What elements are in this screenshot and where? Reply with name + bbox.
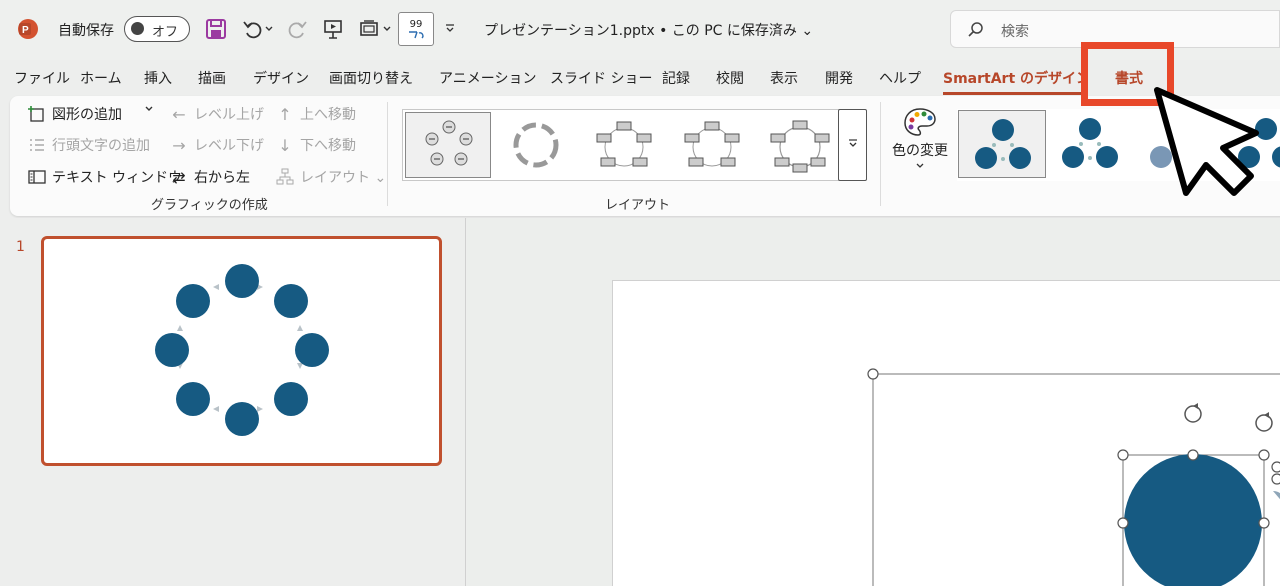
- promote-button[interactable]: ← レベル上げ: [170, 104, 264, 124]
- bullet-list-icon: [28, 136, 46, 154]
- tab-animations[interactable]: アニメーション: [439, 68, 536, 88]
- style-white-outline[interactable]: [1046, 110, 1134, 178]
- promote-label: レベル上げ: [194, 107, 264, 123]
- move-down-button[interactable]: ↓ 下へ移動: [276, 135, 356, 155]
- change-colors-label: 色の変更: [892, 143, 948, 159]
- chevron-down-icon: [849, 139, 857, 147]
- arrow-left-icon: ←: [172, 104, 186, 124]
- arrow-right-icon: →: [172, 135, 186, 155]
- mouse-pointer-icon: [1154, 87, 1259, 196]
- arrow-down-icon: ↓: [278, 135, 292, 155]
- tab-smartart-design[interactable]: SmartArt のデザイン: [943, 68, 1083, 88]
- add-shape-icon: [28, 105, 46, 123]
- create-graphic-group-label: グラフィックの作成: [151, 198, 268, 213]
- rotate-handle-icon[interactable]: [1184, 403, 1202, 423]
- style-simple-fill[interactable]: [958, 110, 1046, 178]
- add-bullet-label: 行頭文字の追加: [52, 138, 150, 154]
- layout-basic-cycle[interactable]: [405, 112, 491, 178]
- add-shape-button[interactable]: 図形の追加: [28, 104, 122, 124]
- move-down-label: 下へ移動: [300, 138, 356, 154]
- slide-number: 1: [16, 239, 25, 255]
- change-colors-button[interactable]: 色の変更: [892, 106, 948, 170]
- tab-transitions[interactable]: 画面切り替え: [329, 68, 413, 88]
- layouts-more-button[interactable]: [838, 109, 867, 181]
- save-icon[interactable]: [203, 16, 229, 42]
- customize-toolbar-icon[interactable]: [440, 16, 460, 42]
- autosave-toggle[interactable]: オフ: [124, 16, 190, 42]
- active-tab-underline: [943, 92, 1085, 95]
- smartart-cycle-thumbnail: [155, 264, 329, 436]
- chevron-down-icon: [916, 163, 924, 168]
- layout-label: レイアウト ⌄: [300, 170, 387, 186]
- layout-cycle-arrows[interactable]: [493, 112, 579, 178]
- tab-home[interactable]: ホーム: [80, 68, 122, 88]
- format-painter-label: 99: [409, 18, 423, 30]
- present-from-start-icon[interactable]: [320, 16, 346, 42]
- toggle-knob: [131, 22, 144, 35]
- text-pane-icon: [28, 168, 46, 186]
- tab-record[interactable]: 記録: [662, 68, 690, 88]
- smartart-graphic[interactable]: [613, 281, 1280, 586]
- swap-arrows-icon: ⇄: [172, 167, 186, 187]
- document-filename[interactable]: プレゼンテーション1.pptx • この PC に保存済み ⌄: [484, 20, 813, 40]
- palette-icon: [904, 108, 936, 136]
- add-shape-dropdown-icon[interactable]: [144, 104, 154, 114]
- autosave-state: オフ: [152, 25, 179, 40]
- layout-button[interactable]: レイアウト ⌄: [276, 167, 386, 187]
- autosave-label: 自動保存: [58, 23, 114, 39]
- tab-draw[interactable]: 描画: [198, 68, 226, 88]
- tab-help[interactable]: ヘルプ: [879, 68, 921, 88]
- powerpoint-logo-icon: P: [18, 19, 38, 39]
- tab-design[interactable]: デザイン: [253, 68, 309, 88]
- tab-file[interactable]: ファイル: [14, 68, 70, 88]
- group-divider: [387, 102, 388, 206]
- tab-slideshow[interactable]: スライド ショー: [550, 68, 652, 88]
- new-slide-icon[interactable]: [356, 16, 382, 42]
- rotate-handle-icon[interactable]: [1255, 412, 1273, 432]
- arrow-up-icon: ↑: [278, 104, 292, 124]
- search-icon: [968, 22, 983, 37]
- text-pane-label: テキスト ウィンドウ: [52, 170, 183, 186]
- search-input[interactable]: 検索: [1001, 21, 1029, 41]
- right-to-left-button[interactable]: ⇄ 右から左: [170, 167, 250, 187]
- demote-label: レベル下げ: [194, 138, 264, 154]
- add-bullet-button[interactable]: 行頭文字の追加: [28, 135, 150, 155]
- svg-text:P: P: [22, 25, 29, 36]
- tab-view[interactable]: 表示: [770, 68, 798, 88]
- right-to-left-label: 右から左: [194, 170, 250, 186]
- tab-review[interactable]: 校閲: [716, 68, 744, 88]
- demote-button[interactable]: → レベル下げ: [170, 135, 264, 155]
- layouts-gallery: [402, 109, 842, 181]
- layout-block-cycle[interactable]: [669, 112, 755, 178]
- hierarchy-icon: [276, 168, 294, 186]
- layouts-group-label: レイアウト: [605, 198, 671, 213]
- add-shape-label: 図形の追加: [52, 107, 122, 123]
- move-up-label: 上へ移動: [300, 107, 356, 123]
- layout-segmented-cycle[interactable]: [757, 112, 843, 178]
- text-pane-button[interactable]: テキスト ウィンドウ: [28, 167, 182, 187]
- move-up-button[interactable]: ↑ 上へ移動: [276, 104, 356, 124]
- group-divider: [880, 102, 881, 206]
- ribbon: 図形の追加 行頭文字の追加 テキスト ウィンドウ ← レベル上げ → レベル下げ…: [10, 96, 1280, 216]
- undo-dropdown-icon[interactable]: [262, 16, 276, 42]
- tab-developer[interactable]: 開発: [825, 68, 853, 88]
- new-slide-dropdown-icon[interactable]: [380, 16, 394, 42]
- format-painter-icon[interactable]: 99: [398, 12, 434, 46]
- slide-canvas[interactable]: [612, 280, 1280, 586]
- slide-thumbnail[interactable]: [41, 236, 442, 466]
- layout-text-cycle[interactable]: [581, 112, 667, 178]
- tab-insert[interactable]: 挿入: [144, 68, 172, 88]
- redo-icon: [284, 16, 310, 42]
